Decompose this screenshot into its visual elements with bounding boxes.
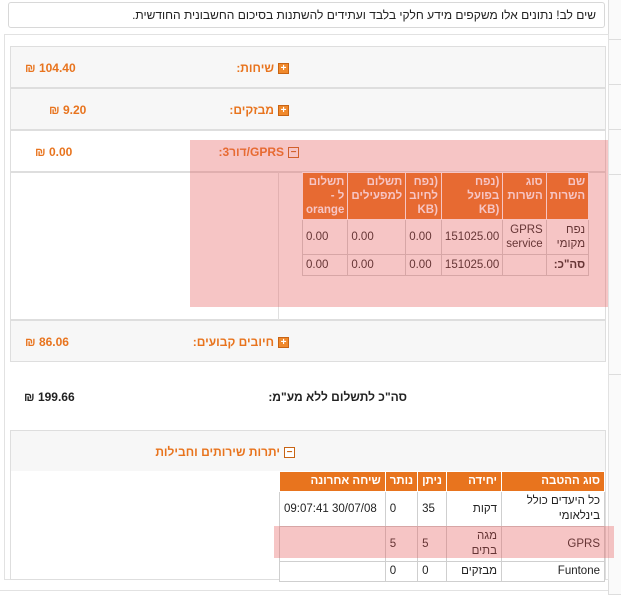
cell: 0.00 [347,219,407,255]
cell: כל היעדים כולל בינלאומי [501,491,605,527]
balances-label-wrap[interactable]: −יתרות שירותים וחבילות [155,445,295,459]
header-cell: סוג השרות [502,172,547,220]
messages-label-wrap[interactable]: + מבזקים: [229,103,289,117]
cell: 35 [417,491,447,527]
header-cell: תשלום למפעילים [347,172,407,220]
table-row: נפח מקומי GPRS service 151025.00 0.00 0.… [301,219,590,255]
fixed-charges-row[interactable]: + חיובים קבועים: ₪ 86.06 [10,320,606,362]
total-label: סה"כ לתשלום ללא מע"מ: [268,390,407,404]
calls-row[interactable]: + שיחות: ₪ 104.40 [10,46,606,88]
balances-table: סוג ההטבה יחידה ניתן נותר שיחה אחרונה כל… [279,471,605,582]
fixed-label: חיובים קבועים: [192,335,274,349]
cell [279,526,386,562]
header-cell: יחידה [446,471,502,492]
cell: 0 [384,491,419,527]
balances-header[interactable]: −יתרות שירותים וחבילות [10,430,606,471]
cell: נפח מקומי [545,219,590,255]
cell: מבזקים [446,561,502,582]
cell: Funtone [501,561,605,582]
messages-label: מבזקים: [229,103,274,117]
cell: 0.00 [405,219,442,255]
fixed-label-wrap[interactable]: + חיובים קבועים: [193,335,289,349]
cell: GPRS [501,526,605,562]
cell: 151025.00 [440,219,504,255]
notice-banner: שים לב! נתונים אלו משקפים מידע חלקי בלבד… [8,2,605,28]
header-cell: נותר [384,471,419,492]
cell: GPRS service [502,219,547,255]
cell: דקות [446,491,502,527]
messages-row[interactable]: + מבזקים: ₪ 9.20 [10,88,606,130]
cell: סה"כ: [545,254,590,276]
expand-icon[interactable]: + [278,105,289,117]
header-cell: (נפח בפועל (KB [440,172,504,220]
cell: מגה בתים [446,526,502,562]
right-scroll-strip [608,0,621,595]
header-cell: סוג ההטבה [501,471,605,492]
header-cell: שיחה אחרונה [279,471,386,492]
notice-text: שים לב! נתונים אלו משקפים מידע חלקי בלבד… [132,8,596,22]
header-cell: ניתן [417,471,447,492]
gprs-label: GPRS/דור3: [218,145,284,159]
gprs-label-wrap[interactable]: −GPRS/דור3: [218,145,299,159]
fixed-amount: ₪ 86.06 [25,335,69,349]
cell [279,561,386,582]
balances-table-header: סוג ההטבה יחידה ניתן נותר שיחה אחרונה [279,471,605,492]
table-row: כל היעדים כולל בינלאומי דקות 35 0 30/07/… [279,491,605,527]
balances-label: יתרות שירותים וחבילות [155,445,280,459]
table-row: Funtone מבזקים 0 0 [279,561,605,582]
divider [278,172,279,320]
header-cell: (נפח לחיוב (KB [405,172,442,220]
cell: 0.00 [347,254,407,276]
calls-label-wrap[interactable]: + שיחות: [236,61,289,75]
cell: 0.00 [301,254,349,276]
header-cell: שם השרות [545,172,590,220]
gprs-row[interactable]: −GPRS/דור3: ₪ 0.00 [10,130,606,172]
calls-amount: ₪ 104.40 [25,61,76,75]
calls-label: שיחות: [236,61,274,75]
cell: 5 [417,526,447,562]
cell: 5 [384,526,419,562]
cell: 0 [384,561,419,582]
cell: 0.00 [301,219,349,255]
table-total-row: סה"כ: 151025.00 0.00 0.00 0.00 [301,254,590,276]
cell: 0 [417,561,447,582]
table-row: GPRS מגה בתים 5 5 [279,526,605,562]
header-cell: תשלום ל - orange [301,172,349,220]
collapse-icon[interactable]: − [288,147,299,159]
messages-amount: ₪ 9.20 [49,103,87,117]
footer-edge [0,590,608,595]
cell: 0.00 [405,254,442,276]
page: שים לב! נתונים אלו משקפים מידע חלקי בלבד… [0,0,621,595]
gprs-amount: ₪ 0.00 [35,145,73,159]
cell: 151025.00 [440,254,504,276]
total-amount: ₪ 199.66 [24,390,75,404]
cell [502,254,547,276]
expand-icon[interactable]: + [278,337,289,349]
gprs-table: שם השרות סוג השרות (נפח בפועל (KB (נפח ל… [301,172,590,276]
collapse-icon[interactable]: − [284,447,295,459]
cell: 30/07/08 09:07:41 [279,491,386,527]
gprs-table-header: שם השרות סוג השרות (נפח בפועל (KB (נפח ל… [301,172,590,220]
expand-icon[interactable]: + [278,63,289,75]
